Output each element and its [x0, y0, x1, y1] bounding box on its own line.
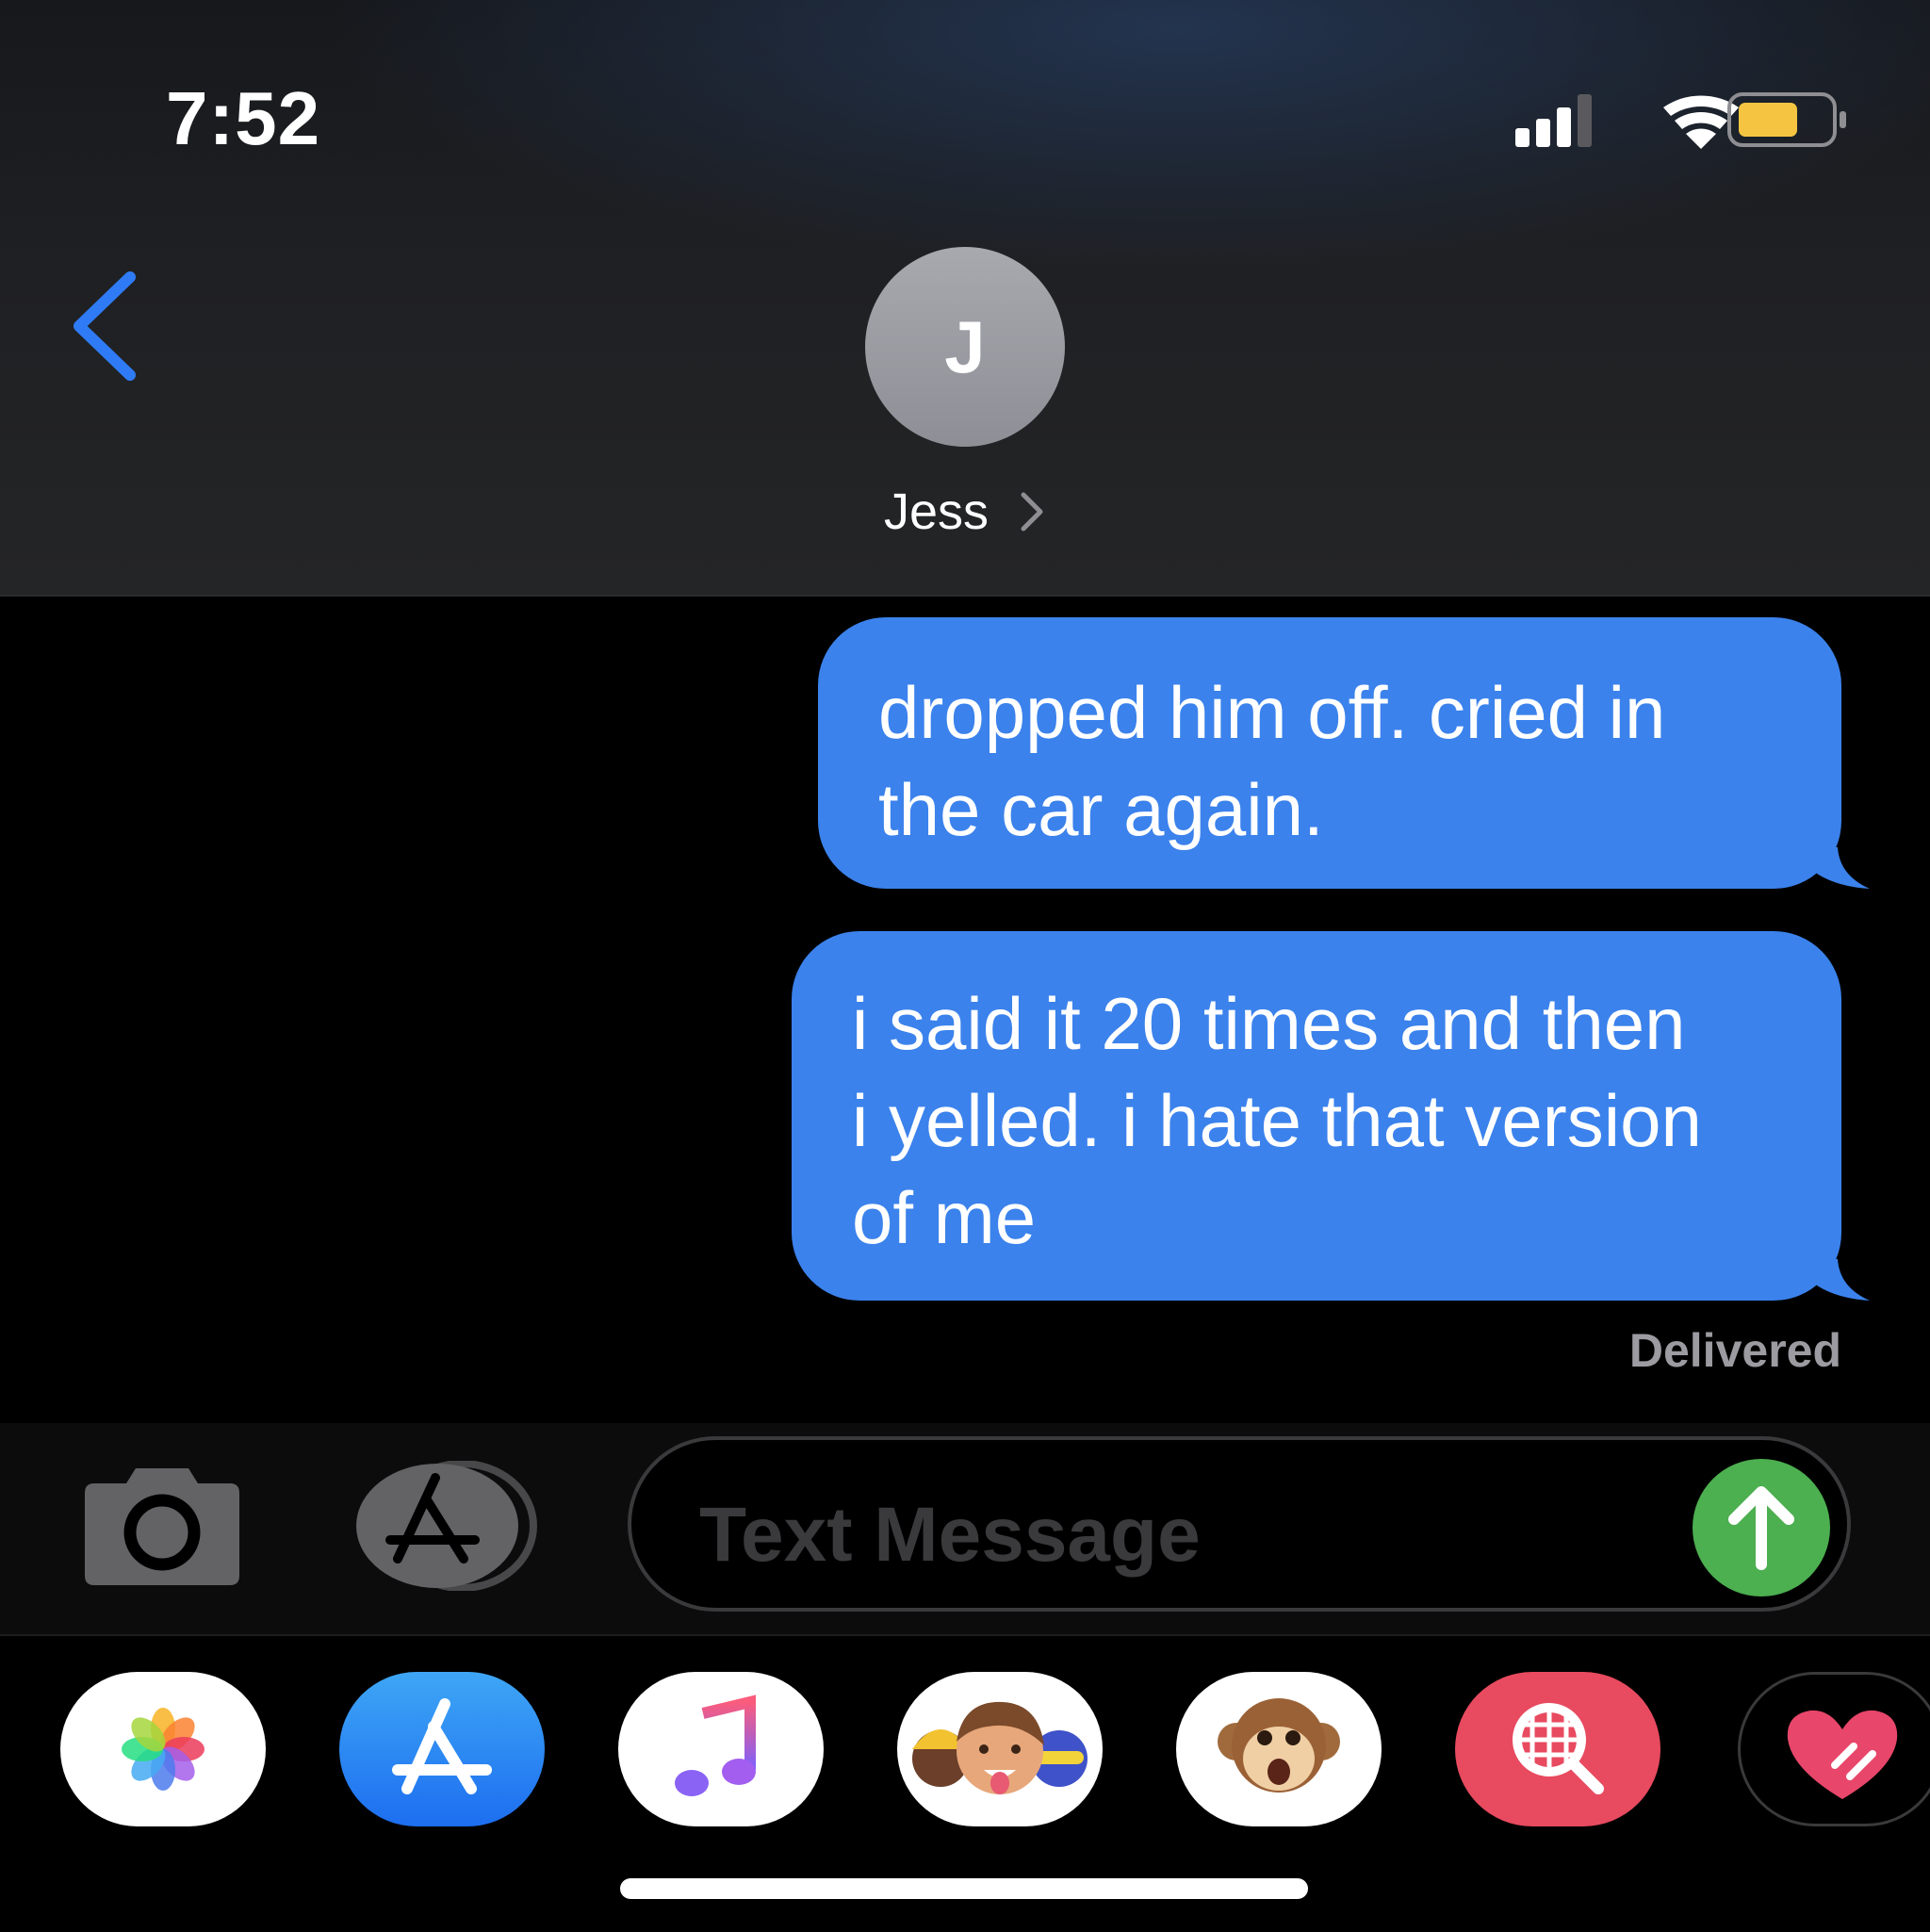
- message-line: the car again.: [878, 768, 1324, 851]
- back-button[interactable]: [57, 264, 151, 386]
- arrow-up-icon: [1728, 1486, 1794, 1570]
- battery-icon: [1727, 92, 1846, 147]
- delivery-receipt: Delivered: [1628, 1324, 1841, 1377]
- bubble-tail: [1813, 1259, 1870, 1301]
- app-store-icon: [392, 1698, 492, 1794]
- music-note-icon: [675, 1695, 756, 1796]
- contact-name-button[interactable]: Jess: [0, 479, 1930, 541]
- bubble-tail: [1813, 847, 1870, 889]
- chevron-left-icon: [74, 271, 136, 381]
- heart-icon: [1787, 1710, 1898, 1799]
- message-input-placeholder: Text Message: [699, 1492, 1201, 1578]
- message-line: of me: [852, 1176, 1037, 1259]
- monkey-icon: [1218, 1698, 1340, 1793]
- status-time: 7:52: [166, 76, 321, 160]
- message-bubble[interactable]: dropped him off. cried in the car again.: [818, 617, 1870, 889]
- contact-avatar[interactable]: J: [865, 247, 1065, 447]
- message-line: dropped him off. cried in: [878, 671, 1666, 754]
- cellular-signal-icon: [1515, 94, 1592, 147]
- camera-button[interactable]: [81, 1465, 243, 1587]
- message-input[interactable]: Text Message: [628, 1436, 1851, 1612]
- camera-icon: [85, 1468, 239, 1585]
- message-line: i yelled. i hate that version: [852, 1079, 1702, 1162]
- app-drawer-app-store[interactable]: [339, 1672, 545, 1826]
- message-bubble[interactable]: i said it 20 times and then i yelled. i …: [792, 931, 1870, 1301]
- app-drawer-digital-touch[interactable]: [1738, 1672, 1930, 1826]
- globe-search-icon: [1513, 1703, 1604, 1794]
- contact-initial: J: [944, 304, 986, 388]
- app-drawer-memoji[interactable]: [897, 1672, 1103, 1826]
- app-drawer-photos[interactable]: [60, 1672, 266, 1826]
- send-button[interactable]: [1693, 1459, 1830, 1596]
- app-drawer-music[interactable]: [618, 1672, 824, 1826]
- memoji-icon: [912, 1701, 1088, 1794]
- home-indicator[interactable]: [620, 1878, 1308, 1899]
- conversation-header: 7:52 J Jess: [0, 0, 1930, 597]
- contact-name: Jess: [883, 483, 990, 540]
- app-drawer-animoji[interactable]: [1176, 1672, 1382, 1826]
- message-line: i said it 20 times and then: [852, 982, 1686, 1065]
- app-drawer-images-search[interactable]: [1455, 1672, 1660, 1826]
- photos-icon: [122, 1708, 204, 1791]
- chevron-right-icon: [1021, 492, 1043, 532]
- apps-button[interactable]: [354, 1460, 539, 1592]
- app-store-icon: [356, 1460, 537, 1592]
- status-icons: [1515, 92, 1846, 149]
